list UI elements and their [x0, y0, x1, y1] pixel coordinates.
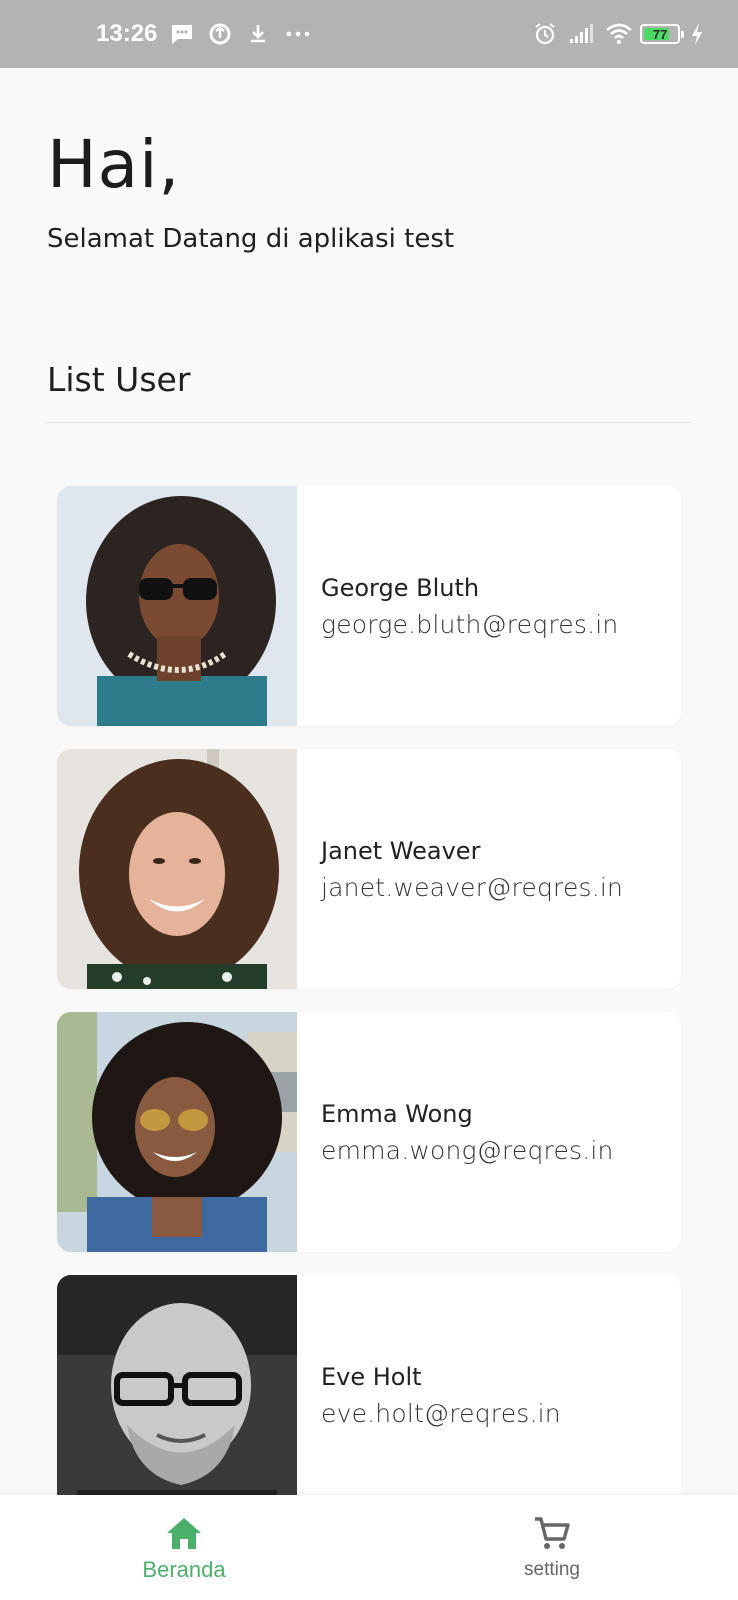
user-email: eve.holt@reqres.in — [321, 1398, 561, 1428]
home-icon — [164, 1513, 204, 1553]
status-time: 13:26 — [96, 20, 158, 47]
section-title: List User — [47, 360, 191, 399]
user-card[interactable]: Janet Weaver janet.weaver@reqres.in — [57, 749, 681, 989]
user-avatar — [57, 486, 297, 726]
signal-icon — [568, 21, 594, 47]
user-email: janet.weaver@reqres.in — [321, 872, 624, 902]
cart-icon — [532, 1513, 572, 1553]
sync-icon — [207, 21, 233, 47]
user-avatar — [57, 1275, 297, 1515]
status-bar: 13:26 77 — [0, 0, 738, 68]
battery-icon: 77 — [640, 24, 684, 44]
user-card[interactable]: Eve Holt eve.holt@reqres.in — [57, 1275, 681, 1515]
status-left: 13:26 — [96, 0, 310, 68]
wifi-icon — [604, 21, 632, 47]
user-info: George Bluth george.bluth@reqres.in — [321, 486, 618, 726]
alarm-icon — [532, 21, 558, 47]
user-info: Janet Weaver janet.weaver@reqres.in — [321, 749, 623, 989]
message-icon — [169, 21, 195, 47]
user-name: Eve Holt — [321, 1362, 422, 1391]
user-info: Emma Wong emma.wong@reqres.in — [321, 1012, 614, 1252]
nav-label-setting: setting — [524, 1559, 580, 1580]
user-card[interactable]: Emma Wong emma.wong@reqres.in — [57, 1012, 681, 1252]
user-name: Emma Wong — [321, 1099, 473, 1128]
section-divider — [46, 422, 692, 423]
welcome-text: Selamat Datang di aplikasi test — [47, 224, 455, 254]
more-dots-icon — [283, 21, 310, 47]
user-info: Eve Holt eve.holt@reqres.in — [321, 1275, 561, 1515]
greeting-title: Hai, — [47, 126, 181, 203]
status-right: 77 — [532, 0, 704, 68]
download-icon — [245, 21, 271, 47]
user-email: george.bluth@reqres.in — [321, 609, 619, 639]
bottom-navigation: Beranda setting — [0, 1495, 738, 1600]
user-name: Janet Weaver — [321, 836, 481, 865]
user-email: emma.wong@reqres.in — [321, 1135, 614, 1165]
nav-label-beranda: Beranda — [142, 1557, 226, 1582]
charging-icon — [690, 21, 704, 47]
user-name: George Bluth — [321, 573, 480, 602]
user-card[interactable]: George Bluth george.bluth@reqres.in — [57, 486, 681, 726]
nav-item-setting[interactable]: setting — [452, 1495, 652, 1600]
nav-item-beranda[interactable]: Beranda — [84, 1495, 284, 1600]
user-avatar — [57, 1012, 297, 1252]
battery-level: 77 — [652, 26, 668, 42]
user-avatar — [57, 749, 297, 989]
